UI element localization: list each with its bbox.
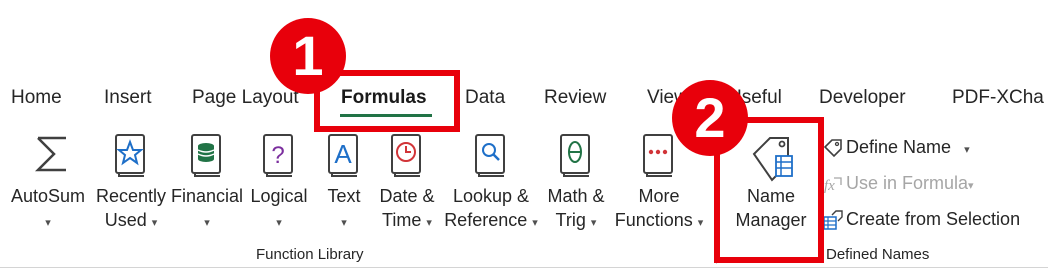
- create-from-selection-label: Create from Selection: [846, 209, 1021, 229]
- tag-icon: [822, 137, 846, 158]
- use-in-formula-button[interactable]: fx Use in Formula▾: [822, 169, 974, 197]
- define-name-button[interactable]: Define Name ▾: [822, 133, 970, 161]
- tab-pdf-xchange[interactable]: PDF-XCha: [952, 86, 1044, 110]
- logical-dropdown: ▾: [276, 217, 282, 229]
- recently-used-label-2: Used ▾: [104, 210, 158, 230]
- lookup-reference-label-1: Lookup &: [452, 186, 530, 206]
- fx-icon: fx: [822, 173, 846, 194]
- step-1-badge: 1: [270, 18, 346, 94]
- defined-names-group-label: Defined Names: [826, 246, 930, 263]
- logical-button[interactable]: ? Logical ▾: [244, 132, 314, 242]
- clock-book-icon: [388, 132, 426, 183]
- lookup-reference-button[interactable]: Lookup & Reference ▾: [442, 132, 540, 242]
- question-book-icon: ?: [260, 132, 298, 183]
- tab-page-layout[interactable]: Page Layout: [192, 86, 299, 110]
- theta-book-icon: [557, 132, 595, 183]
- autosum-dropdown: ▾: [45, 217, 51, 229]
- tab-home[interactable]: Home: [11, 86, 62, 110]
- star-book-icon: [112, 132, 150, 183]
- dots-book-icon: [640, 132, 678, 183]
- date-time-label-1: Date &: [379, 186, 435, 206]
- step-2-badge: 2: [672, 80, 748, 156]
- sigma-icon: [32, 132, 72, 181]
- lookup-reference-label-2: Reference ▾: [444, 210, 538, 230]
- grid-tag-icon: [822, 209, 846, 230]
- date-time-button[interactable]: Date & Time ▾: [374, 132, 440, 242]
- more-functions-label-1: More: [638, 186, 680, 206]
- svg-text:A: A: [334, 139, 352, 169]
- ribbon-bottom-border: [0, 267, 1048, 268]
- more-functions-label-2: Functions ▾: [614, 210, 704, 230]
- svg-text:fx: fx: [824, 178, 835, 194]
- create-from-selection-button[interactable]: Create from Selection: [822, 205, 1020, 233]
- financial-button[interactable]: Financial ▾: [170, 132, 244, 242]
- financial-dropdown: ▾: [204, 217, 210, 229]
- define-name-label: Define Name: [846, 137, 952, 157]
- math-trig-label-1: Math &: [547, 186, 605, 206]
- date-time-label-2: Time ▾: [382, 210, 432, 230]
- autosum-label: AutoSum: [10, 186, 86, 206]
- function-library-group-label: Function Library: [256, 246, 364, 263]
- tab-review[interactable]: Review: [544, 86, 606, 110]
- tab-data[interactable]: Data: [465, 86, 505, 110]
- autosum-button[interactable]: AutoSum ▾: [8, 132, 88, 242]
- letter-a-book-icon: A: [325, 132, 363, 183]
- tab-developer[interactable]: Developer: [819, 86, 906, 110]
- math-trig-button[interactable]: Math & Trig ▾: [540, 132, 612, 242]
- text-dropdown: ▾: [341, 217, 347, 229]
- recently-used-label-1: Recently: [95, 186, 167, 206]
- coins-book-icon: [188, 132, 226, 183]
- tab-insert[interactable]: Insert: [104, 86, 152, 110]
- logical-label: Logical: [250, 186, 308, 206]
- text-label: Text: [327, 186, 361, 206]
- svg-text:?: ?: [271, 142, 284, 169]
- financial-label: Financial: [170, 186, 244, 206]
- text-button[interactable]: A Text ▾: [318, 132, 370, 242]
- recently-used-button[interactable]: Recently Used ▾: [92, 132, 170, 242]
- use-in-formula-label: Use in Formula: [846, 173, 969, 193]
- math-trig-label-2: Trig ▾: [555, 210, 597, 230]
- magnifier-book-icon: [472, 132, 510, 183]
